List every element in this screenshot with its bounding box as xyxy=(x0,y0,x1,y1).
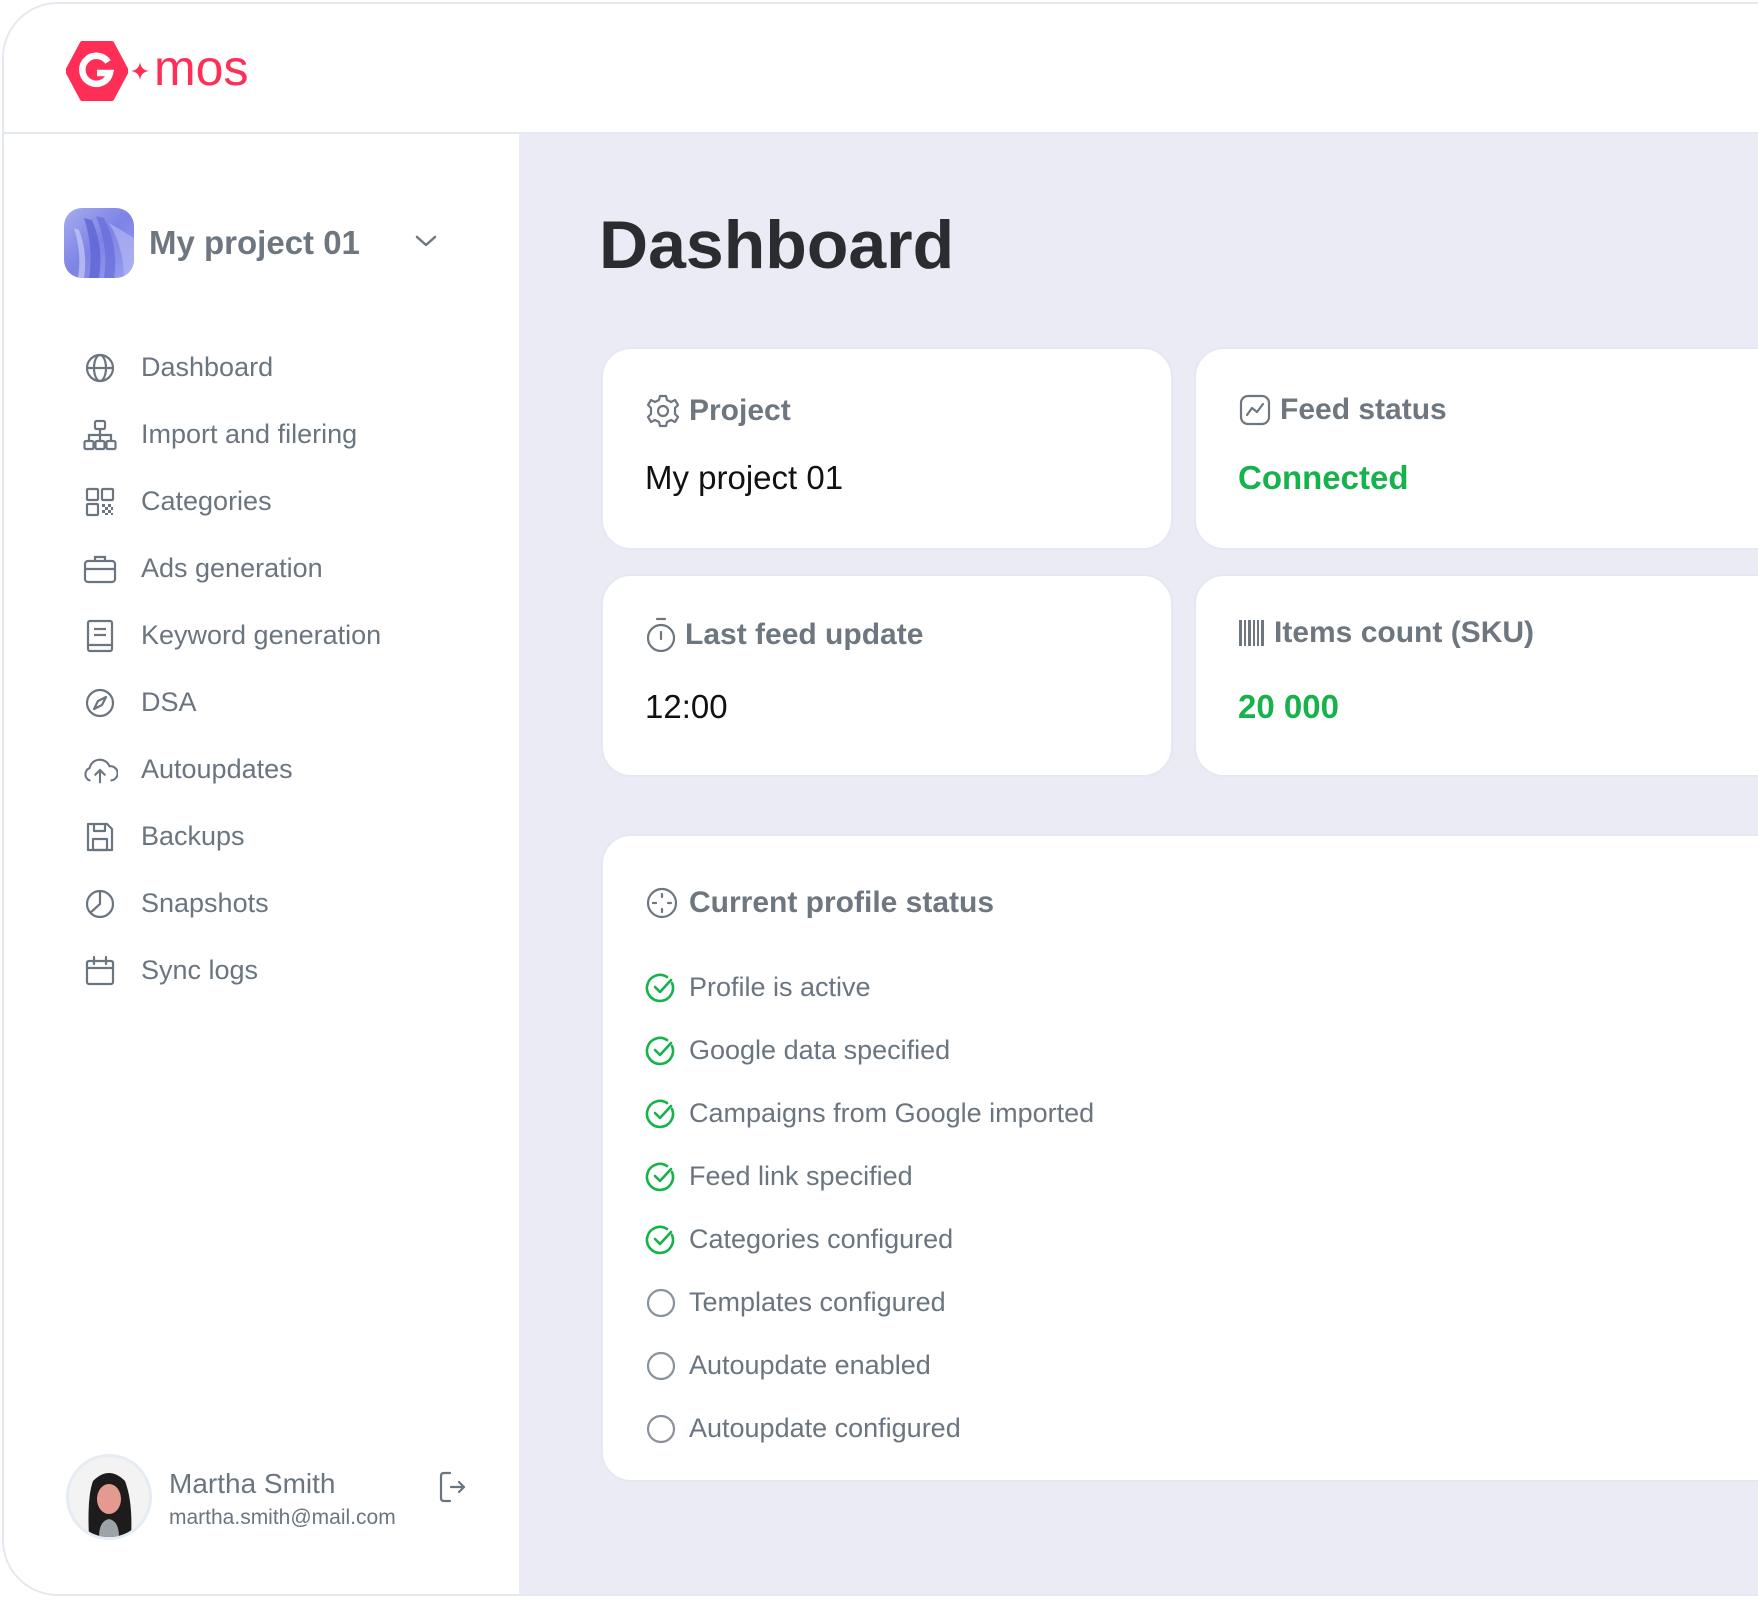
user-profile: Martha Smith martha.smith@mail.com xyxy=(66,1454,486,1544)
sidebar-item-keyword-generation[interactable]: Keyword generation xyxy=(82,602,381,669)
sidebar-item-sync-logs[interactable]: Sync logs xyxy=(82,937,381,1004)
feed-status-value: Connected xyxy=(1238,459,1409,496)
floppy-icon xyxy=(82,819,118,855)
logo-hexagon-icon xyxy=(66,41,128,101)
status-item: Templates configured xyxy=(645,1271,1094,1334)
sidebar-nav: Dashboard Import and filering Categories… xyxy=(82,334,381,1004)
sidebar-item-import[interactable]: Import and filering xyxy=(82,401,381,468)
sidebar-item-label: Ads generation xyxy=(141,553,323,583)
sidebar-item-label: DSA xyxy=(141,687,197,717)
status-item-label: Categories configured xyxy=(689,1224,954,1254)
card-header: Feed status xyxy=(1238,393,1447,427)
sidebar-item-label: Categories xyxy=(141,486,272,516)
check-circle-icon xyxy=(645,1036,675,1065)
status-item-label: Campaigns from Google imported xyxy=(689,1098,1095,1128)
sidebar-item-label: Dashboard xyxy=(141,352,274,382)
status-item: Categories configured xyxy=(645,1208,1094,1271)
gear-icon xyxy=(646,394,680,428)
main-content: Dashboard Project My project 01 Feed sta… xyxy=(519,134,1758,1594)
cloud-upload-icon xyxy=(82,752,118,788)
card-label: Last feed update xyxy=(685,618,924,651)
items-count-value: 20 000 xyxy=(1238,688,1339,725)
status-item: Autoupdate configured xyxy=(645,1397,1094,1460)
status-item: Autoupdate enabled xyxy=(645,1334,1094,1397)
project-card: Project My project 01 xyxy=(601,347,1173,550)
card-label: Items count (SKU) xyxy=(1274,616,1535,649)
book-icon xyxy=(82,618,118,654)
app-window: mos My project 01 Dashboard Import and f… xyxy=(2,2,1758,1596)
page-title: Dashboard xyxy=(599,207,955,283)
sidebar-item-label: Snapshots xyxy=(141,888,269,918)
sidebar-item-dsa[interactable]: DSA xyxy=(82,669,381,736)
brand-logo[interactable]: mos xyxy=(66,40,248,102)
qr-grid-icon xyxy=(82,484,118,520)
sidebar-item-label: Sync logs xyxy=(141,955,259,985)
status-item: Campaigns from Google imported xyxy=(645,1082,1094,1145)
status-item-label: Autoupdate enabled xyxy=(689,1350,931,1380)
briefcase-icon xyxy=(82,551,118,587)
status-item-label: Google data specified xyxy=(689,1035,951,1065)
chart-line-icon xyxy=(1239,394,1271,426)
pie-chart-icon xyxy=(82,886,118,922)
chevron-down-icon[interactable] xyxy=(414,233,438,249)
calendar-icon xyxy=(82,953,118,989)
logout-icon[interactable] xyxy=(438,1470,468,1504)
stopwatch-icon xyxy=(646,617,676,653)
empty-circle-icon xyxy=(646,1414,676,1443)
project-name: My project 01 xyxy=(149,224,360,261)
project-value: My project 01 xyxy=(645,459,844,496)
avatar[interactable] xyxy=(66,1454,152,1540)
barcode-icon xyxy=(1239,620,1264,646)
status-title: Current profile status xyxy=(689,886,995,919)
project-avatar xyxy=(64,208,134,278)
user-name: Martha Smith xyxy=(169,1468,336,1499)
sidebar-item-categories[interactable]: Categories xyxy=(82,468,381,535)
status-item-label: Autoupdate configured xyxy=(689,1413,961,1443)
card-header: Project xyxy=(645,393,791,429)
brand-name: mos xyxy=(154,40,249,96)
check-circle-icon xyxy=(645,973,675,1002)
user-email: martha.smith@mail.com xyxy=(169,1506,396,1529)
last-feed-update-card: Last feed update 12:00 xyxy=(601,574,1173,777)
status-item-label: Feed link specified xyxy=(689,1161,913,1191)
logo-sparkle-icon xyxy=(131,62,149,80)
card-header: Last feed update xyxy=(645,616,923,654)
compass-icon xyxy=(82,685,118,721)
sidebar-item-label: Autoupdates xyxy=(141,754,293,784)
status-item: Profile is active xyxy=(645,956,1094,1019)
sitemap-icon xyxy=(82,417,118,453)
feed-status-card: Feed status Connected xyxy=(1194,347,1758,550)
sidebar-item-autoupdates[interactable]: Autoupdates xyxy=(82,736,381,803)
sidebar-item-ads-generation[interactable]: Ads generation xyxy=(82,535,381,602)
status-item: Google data specified xyxy=(645,1019,1094,1082)
sidebar-item-dashboard[interactable]: Dashboard xyxy=(82,334,381,401)
sidebar-item-snapshots[interactable]: Snapshots xyxy=(82,870,381,937)
status-list: Profile is active Google data specified Ca… xyxy=(645,956,1094,1460)
check-circle-icon xyxy=(645,1162,675,1191)
empty-circle-icon xyxy=(646,1288,676,1317)
status-item-label: Templates configured xyxy=(689,1287,946,1317)
card-label: Feed status xyxy=(1280,393,1447,426)
check-circle-icon xyxy=(645,1099,675,1128)
sidebar-item-label: Import and filering xyxy=(141,419,358,449)
project-selector[interactable]: My project 01 xyxy=(64,207,444,279)
globe-icon xyxy=(82,350,118,386)
empty-circle-icon xyxy=(646,1351,676,1380)
sidebar-item-backups[interactable]: Backups xyxy=(82,803,381,870)
items-count-card: Items count (SKU) 20 000 xyxy=(1194,574,1758,777)
status-item: Feed link specified xyxy=(645,1145,1094,1208)
card-label: Project xyxy=(689,394,791,427)
sidebar-item-label: Keyword generation xyxy=(141,620,382,650)
card-header: Items count (SKU) xyxy=(1238,616,1534,650)
top-header: mos xyxy=(4,4,1758,134)
status-item-label: Profile is active xyxy=(689,972,871,1002)
target-icon xyxy=(646,887,678,919)
last-update-value: 12:00 xyxy=(645,688,728,725)
check-circle-icon xyxy=(645,1225,675,1254)
profile-status-card: Current profile status Profile is active… xyxy=(601,834,1758,1482)
sidebar: My project 01 Dashboard Import and filer… xyxy=(4,134,519,1594)
card-header: Current profile status xyxy=(645,886,994,920)
sidebar-item-label: Backups xyxy=(141,821,245,851)
